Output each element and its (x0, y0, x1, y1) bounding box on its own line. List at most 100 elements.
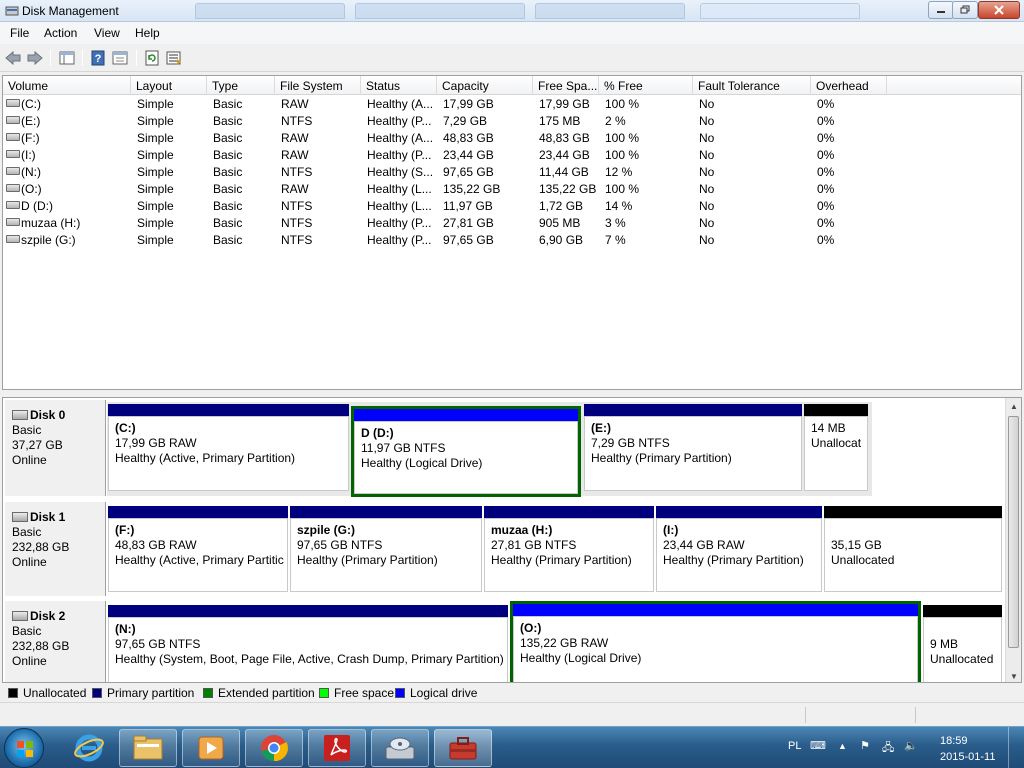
legend-item-unallocated: Unallocated (8, 686, 86, 700)
close-button[interactable] (978, 1, 1020, 19)
disk-info-panel[interactable]: Disk 1 Basic 232,88 GB Online (5, 502, 106, 596)
disk-name: Disk 2 (30, 609, 66, 623)
column-header-capacity[interactable]: Capacity (437, 76, 533, 95)
language-indicator[interactable]: PL (788, 740, 801, 752)
cell-percent-free: 2 % (605, 114, 626, 128)
scroll-up-arrow-icon[interactable]: ▲ (1006, 398, 1021, 414)
taskbar-computer-management[interactable] (434, 729, 492, 767)
scroll-down-arrow-icon[interactable]: ▼ (1006, 668, 1021, 682)
show-hidden-icons-arrow-icon[interactable]: ▲ (838, 741, 847, 751)
volume-icon[interactable]: 🔈 (904, 739, 918, 752)
unallocated-space[interactable]: 14 MB Unallocat (804, 404, 868, 491)
taskbar-acrobat[interactable] (308, 729, 366, 767)
cell-capacity: 23,44 GB (443, 148, 494, 162)
volume-icon (6, 133, 20, 141)
help-button[interactable]: ? (89, 49, 107, 67)
clock-time[interactable]: 18:59 (940, 735, 968, 747)
table-row[interactable]: (C:) Simple Basic RAW Healthy (A... 17,99 GB 1… (3, 95, 1021, 112)
table-row[interactable]: (F:) Simple Basic RAW Healthy (A... 48,83 GB 4… (3, 129, 1021, 146)
column-header-volume[interactable]: Volume (3, 76, 131, 95)
disk-title: Disk 1 (12, 510, 105, 525)
unallocated-space[interactable]: 35,15 GB Unallocated (824, 506, 1002, 592)
taskbar-media-player[interactable] (182, 729, 240, 767)
background-tab (355, 3, 525, 19)
forward-button[interactable] (26, 49, 44, 67)
disk-type: Basic (12, 525, 42, 539)
table-row[interactable]: muzaa (H:) Simple Basic NTFS Healthy (P... 27… (3, 214, 1021, 231)
keyboard-icon[interactable]: ⌨ (810, 739, 826, 752)
maximize-button[interactable] (952, 1, 978, 19)
disk-info-panel[interactable]: Disk 2 Basic 232,88 GB Online (5, 601, 106, 682)
table-row[interactable]: (N:) Simple Basic NTFS Healthy (S... 97,65 GB… (3, 163, 1021, 180)
cell-free-space: 11,44 GB (539, 165, 589, 179)
table-row[interactable]: (I:) Simple Basic RAW Healthy (P... 23,44 GB 2… (3, 146, 1021, 163)
cell-type: Basic (213, 131, 243, 145)
partition-o-extended[interactable]: (O:) 135,22 GB RAW Healthy (Logical Driv… (510, 601, 921, 682)
minimize-button[interactable] (928, 1, 954, 19)
partition-f[interactable]: (F:) 48,83 GB RAW Healthy (Active, Prima… (108, 506, 288, 592)
export-list-button[interactable] (165, 49, 183, 67)
partition-h[interactable]: muzaa (H:) 27,81 GB NTFS Healthy (Primar… (484, 506, 654, 592)
menu-file[interactable]: File (10, 26, 29, 40)
taskbar-disk-management[interactable] (371, 729, 429, 767)
column-header-free-space[interactable]: Free Spa... (533, 76, 599, 95)
cell-volume: (E:) (21, 114, 41, 128)
network-icon[interactable]: 🖧 (882, 739, 894, 758)
refresh-button[interactable] (143, 49, 161, 67)
hard-disk-icon (12, 410, 28, 420)
taskbar-chrome[interactable] (245, 729, 303, 767)
action-center-flag-icon[interactable]: ⚑ (860, 739, 870, 752)
menu-view[interactable]: View (94, 26, 120, 40)
legend-swatch (203, 688, 213, 698)
partition-size-fs: 17,99 GB RAW (115, 436, 197, 450)
column-header-file-system[interactable]: File System (275, 76, 361, 95)
partition-type-bar (804, 404, 868, 416)
partition-d-extended[interactable]: D (D:) 11,97 GB NTFS Healthy (Logical Dr… (351, 406, 581, 497)
show-hide-console-tree-button[interactable] (58, 49, 76, 67)
scrollbar-thumb[interactable] (1008, 416, 1019, 648)
properties-button[interactable] (111, 49, 129, 67)
table-row[interactable]: (E:) Simple Basic NTFS Healthy (P... 7,29 GB 1… (3, 112, 1021, 129)
partition-g[interactable]: szpile (G:) 97,65 GB NTFS Healthy (Prima… (290, 506, 482, 592)
unallocated-space[interactable]: 9 MB Unallocated (923, 605, 1002, 682)
column-header-type[interactable]: Type (207, 76, 275, 95)
back-button[interactable] (4, 49, 22, 67)
column-header-percent-free[interactable]: % Free (599, 76, 693, 95)
title-bar: Disk Management (0, 0, 1024, 22)
table-row[interactable]: (O:) Simple Basic RAW Healthy (L... 135,22 GB… (3, 180, 1021, 197)
partition-type-bar (584, 404, 802, 416)
partition-size-fs: 14 MB (811, 421, 846, 435)
partition-c[interactable]: (C:) 17,99 GB RAW Healthy (Active, Prima… (108, 404, 349, 491)
table-row[interactable]: szpile (G:) Simple Basic NTFS Healthy (P... 9… (3, 231, 1021, 248)
partition-type-bar (354, 409, 578, 421)
disk-view-vertical-scrollbar[interactable]: ▲ ▼ (1005, 398, 1021, 682)
cell-file-system: NTFS (281, 233, 313, 247)
partition-details: (N:) 97,65 GB NTFS Healthy (System, Boot… (108, 617, 508, 682)
cell-percent-free: 100 % (605, 182, 640, 196)
column-header-overhead[interactable]: Overhead (811, 76, 887, 95)
column-header-fault-tolerance[interactable]: Fault Tolerance (693, 76, 811, 95)
disk-info-panel[interactable]: Disk 0 Basic 37,27 GB Online (5, 400, 106, 496)
show-desktop-button[interactable] (1008, 727, 1022, 768)
taskbar-internet-explorer[interactable] (60, 729, 118, 767)
partition-i[interactable]: (I:) 23,44 GB RAW Healthy (Primary Parti… (656, 506, 822, 592)
taskbar-file-explorer[interactable] (119, 729, 177, 767)
partition-status: Unallocated (930, 652, 994, 666)
partition-name: szpile (G:) (297, 523, 356, 537)
menu-help[interactable]: Help (135, 26, 160, 40)
column-header-status[interactable]: Status (361, 76, 437, 95)
partition-details: (C:) 17,99 GB RAW Healthy (Active, Prima… (108, 416, 349, 491)
cell-overhead: 0% (817, 199, 835, 213)
column-header-layout[interactable]: Layout (131, 76, 207, 95)
partition-status: Healthy (Primary Partition) (491, 553, 632, 567)
partition-n[interactable]: (N:) 97,65 GB NTFS Healthy (System, Boot… (108, 605, 508, 682)
partition-e[interactable]: (E:) 7,29 GB NTFS Healthy (Primary Parti… (584, 404, 802, 491)
menu-action[interactable]: Action (44, 26, 77, 40)
clock-date[interactable]: 2015-01-11 (940, 751, 995, 763)
file-explorer-icon (133, 735, 163, 760)
table-row[interactable]: D (D:) Simple Basic NTFS Healthy (L... 11,97 … (3, 197, 1021, 214)
cell-percent-free: 100 % (605, 97, 640, 111)
cell-overhead: 0% (817, 182, 835, 196)
pane-splitter[interactable] (0, 392, 1024, 396)
start-button[interactable] (4, 728, 44, 768)
